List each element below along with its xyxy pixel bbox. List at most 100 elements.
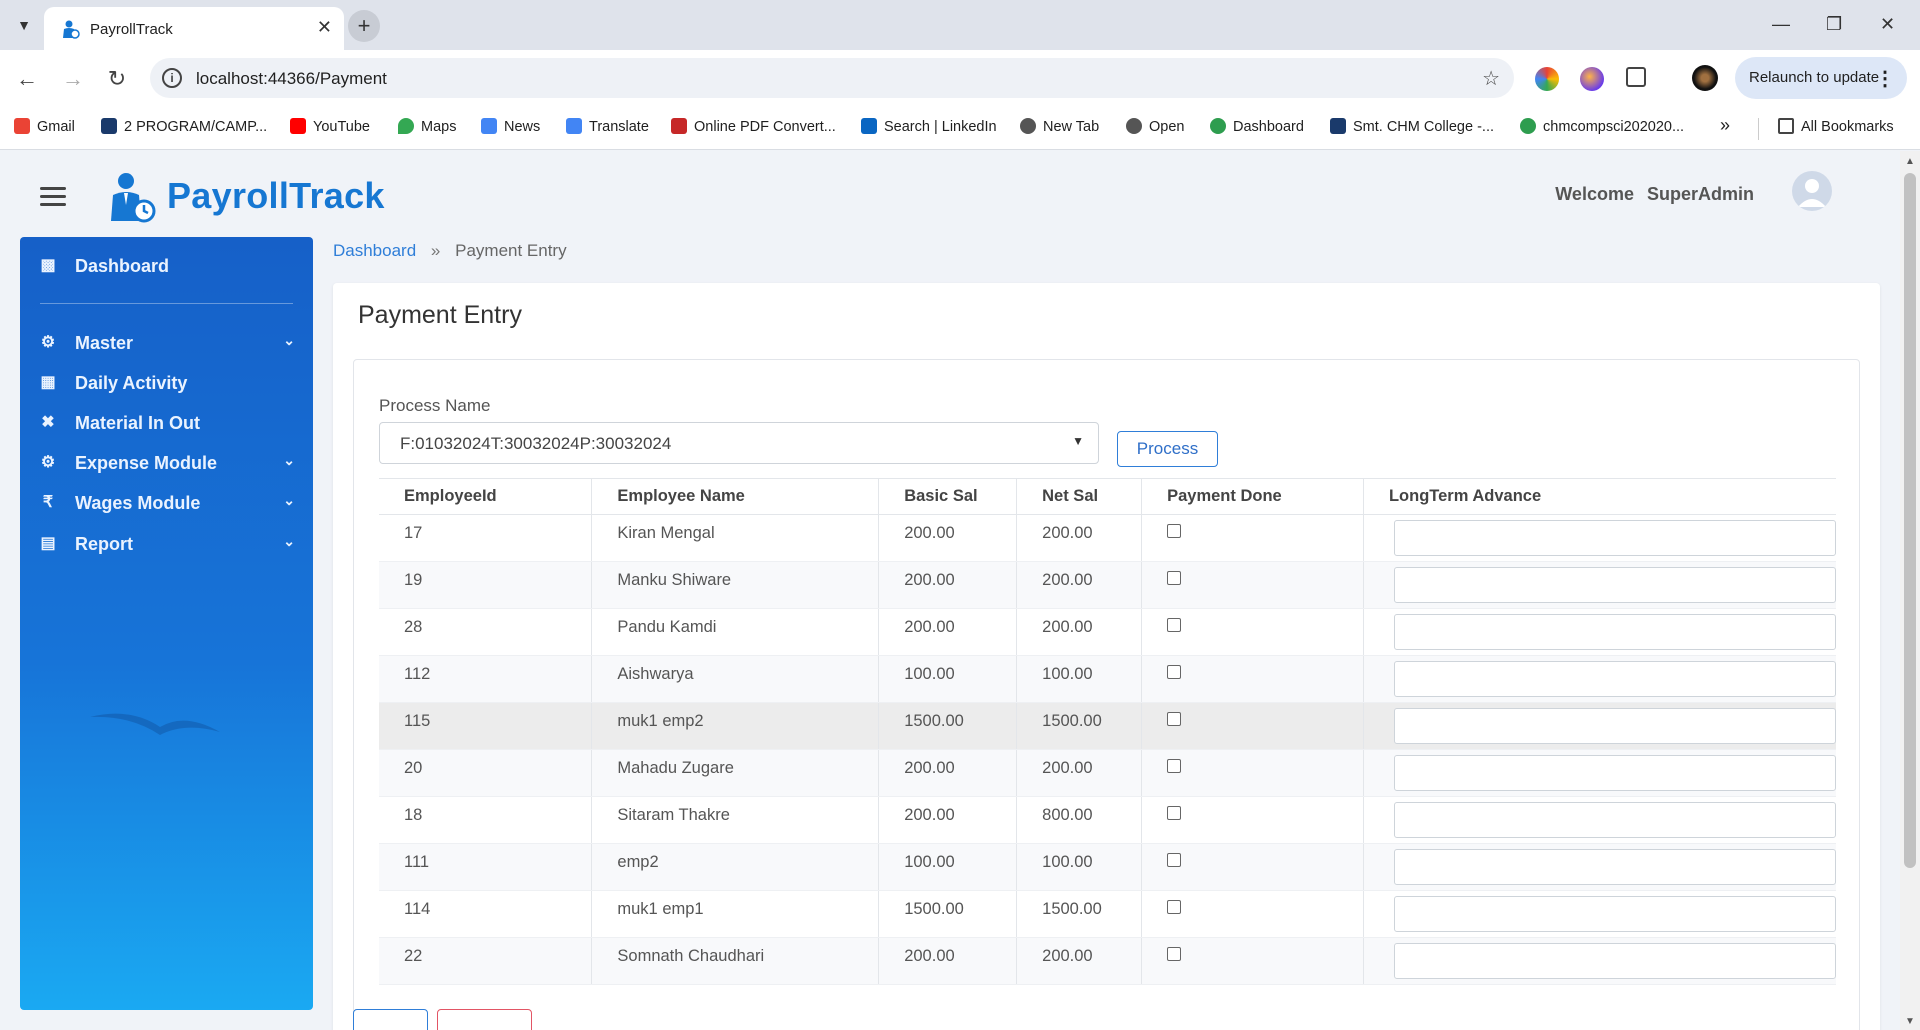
bookmark-dashboard[interactable]: Dashboard (1210, 118, 1304, 135)
employee-id-cell: 22 (379, 937, 592, 985)
longterm-advance-input[interactable] (1393, 755, 1836, 791)
all-bookmarks[interactable]: All Bookmarks (1778, 118, 1894, 135)
payment-done-checkbox[interactable] (1167, 759, 1182, 773)
bookmark-translate[interactable]: Translate (566, 118, 649, 135)
bookmark-chmcompsci[interactable]: chmcompsci202020... (1520, 118, 1684, 135)
tab-close-icon[interactable]: ✕ (317, 17, 332, 38)
payment-done-checkbox[interactable] (1167, 571, 1182, 585)
extension-color-icon[interactable] (1535, 67, 1559, 91)
brand-name[interactable]: PayrollTrack (167, 175, 385, 217)
payment-done-checkbox[interactable] (1167, 665, 1182, 679)
net-sal-cell: 200.00 (1016, 937, 1142, 985)
payment-done-checkbox[interactable] (1167, 947, 1182, 961)
advance-cell (1362, 561, 1836, 609)
table-row: 112 Aishwarya 100.00 100.00 (379, 655, 1836, 703)
employee-name-cell: Sitaram Thakre (591, 796, 879, 844)
breadcrumb-dashboard-link[interactable]: Dashboard (333, 241, 416, 260)
reload-icon[interactable]: ↻ (104, 66, 130, 92)
window-close-icon[interactable]: ✕ (1880, 14, 1895, 35)
save-button[interactable] (353, 1009, 428, 1030)
payment-done-checkbox[interactable] (1167, 524, 1182, 538)
bookmark-gmail[interactable]: Gmail (14, 118, 75, 135)
bookmark-news[interactable]: News (481, 118, 540, 135)
longterm-advance-input[interactable] (1393, 567, 1836, 603)
tab-search-chevron-icon[interactable]: ▼ (12, 13, 36, 37)
earth-icon (1210, 118, 1226, 134)
column-header-net-sal[interactable]: Net Sal (1016, 478, 1142, 515)
longterm-advance-input[interactable] (1393, 614, 1836, 650)
tools-icon: ✖ (41, 414, 55, 431)
chevron-down-icon: ⌄ (283, 533, 295, 549)
column-header-longterm-advance[interactable]: LongTerm Advance (1362, 478, 1836, 515)
longterm-advance-input[interactable] (1393, 802, 1836, 838)
extensions-puzzle-icon[interactable] (1626, 67, 1646, 87)
address-bar[interactable]: i localhost:44366/Payment ☆ (150, 58, 1514, 98)
payment-done-checkbox[interactable] (1167, 806, 1182, 820)
longterm-advance-input[interactable] (1393, 896, 1836, 932)
bookmark-chm-college[interactable]: Smt. CHM College -... (1330, 118, 1494, 135)
browser-tab[interactable]: PayrollTrack ✕ (44, 7, 344, 50)
back-icon[interactable]: ← (14, 66, 40, 92)
longterm-advance-input[interactable] (1393, 708, 1836, 744)
sidebar-item-report[interactable]: ▤ Report ⌄ (20, 529, 313, 561)
new-tab-button[interactable]: + (348, 10, 380, 42)
a-logo-icon (1330, 118, 1346, 134)
payment-table: EmployeeId Employee Name Basic Sal Net S… (379, 478, 1836, 985)
payment-done-checkbox[interactable] (1167, 853, 1182, 867)
menu-toggle-icon[interactable] (40, 187, 66, 211)
payment-done-checkbox[interactable] (1167, 900, 1182, 914)
bookmark-youtube[interactable]: YouTube (290, 118, 370, 135)
payment-done-checkbox[interactable] (1167, 712, 1182, 726)
scrollbar-thumb[interactable] (1904, 173, 1916, 868)
advance-cell (1362, 796, 1836, 844)
bookmark-program[interactable]: 2 PROGRAM/CAMP... (101, 118, 267, 135)
restore-icon[interactable]: ❐ (1826, 14, 1842, 35)
bookmarks-overflow-icon[interactable]: » (1720, 115, 1730, 136)
cancel-button[interactable] (437, 1009, 532, 1030)
column-header-employee-id[interactable]: EmployeeId (379, 478, 592, 515)
relaunch-to-update-button[interactable]: Relaunch to update ⋮ (1735, 57, 1907, 99)
longterm-advance-input[interactable] (1393, 520, 1836, 556)
sidebar-item-dashboard[interactable]: ▩ Dashboard (20, 251, 313, 283)
bookmark-maps[interactable]: Maps (398, 118, 456, 135)
process-name-select[interactable]: F:01032024T:30032024P:30032024 ▼ (379, 422, 1099, 464)
advance-cell (1362, 843, 1836, 891)
payment-done-checkbox[interactable] (1167, 618, 1182, 632)
process-button[interactable]: Process (1117, 431, 1218, 467)
bookmark-pdf[interactable]: Online PDF Convert... (671, 118, 836, 135)
longterm-advance-input[interactable] (1393, 943, 1836, 979)
page-scrollbar[interactable]: ▲ ▼ (1900, 151, 1920, 1030)
sidebar-item-daily-activity[interactable]: ▦ Daily Activity (20, 368, 313, 400)
sidebar-item-expense-module[interactable]: ⚙ Expense Module ⌄ (20, 448, 313, 480)
longterm-advance-input[interactable] (1393, 849, 1836, 885)
payment-done-cell (1141, 655, 1364, 703)
minimize-icon[interactable]: — (1772, 14, 1790, 35)
column-header-payment-done[interactable]: Payment Done (1141, 478, 1364, 515)
column-header-employee-name[interactable]: Employee Name (591, 478, 879, 515)
payment-done-cell (1141, 890, 1364, 938)
forward-icon[interactable]: → (60, 66, 86, 92)
site-info-icon[interactable]: i (162, 68, 182, 88)
profile-avatar-icon[interactable] (1692, 65, 1718, 91)
advance-cell (1362, 749, 1836, 797)
scroll-down-arrow-icon[interactable]: ▼ (1905, 1016, 1915, 1027)
bookmark-new-tab[interactable]: New Tab (1020, 118, 1099, 135)
advance-cell (1362, 514, 1836, 562)
bookmark-open[interactable]: Open (1126, 118, 1184, 135)
user-avatar-icon[interactable] (1792, 171, 1832, 211)
sidebar-item-wages-module[interactable]: ₹ Wages Module ⌄ (20, 488, 313, 520)
extension-firefox-icon[interactable] (1580, 67, 1604, 91)
youtube-icon (290, 118, 306, 134)
url-text[interactable]: localhost:44366/Payment (196, 69, 387, 89)
browser-toolbar: ← → ↻ i localhost:44366/Payment ☆ Relaun… (0, 50, 1920, 108)
sidebar-item-material-in-out[interactable]: ✖ Material In Out (20, 408, 313, 440)
longterm-advance-input[interactable] (1393, 661, 1836, 697)
advance-cell (1362, 937, 1836, 985)
more-menu-icon[interactable]: ⋮ (1875, 66, 1895, 91)
bookmark-star-icon[interactable]: ☆ (1482, 66, 1500, 91)
payment-done-cell (1141, 843, 1364, 891)
bookmark-linkedin[interactable]: Search | LinkedIn (861, 118, 997, 135)
sidebar-item-master[interactable]: ⚙ Master ⌄ (20, 328, 313, 360)
column-header-basic-sal[interactable]: Basic Sal (878, 478, 1017, 515)
scroll-up-arrow-icon[interactable]: ▲ (1905, 156, 1915, 167)
